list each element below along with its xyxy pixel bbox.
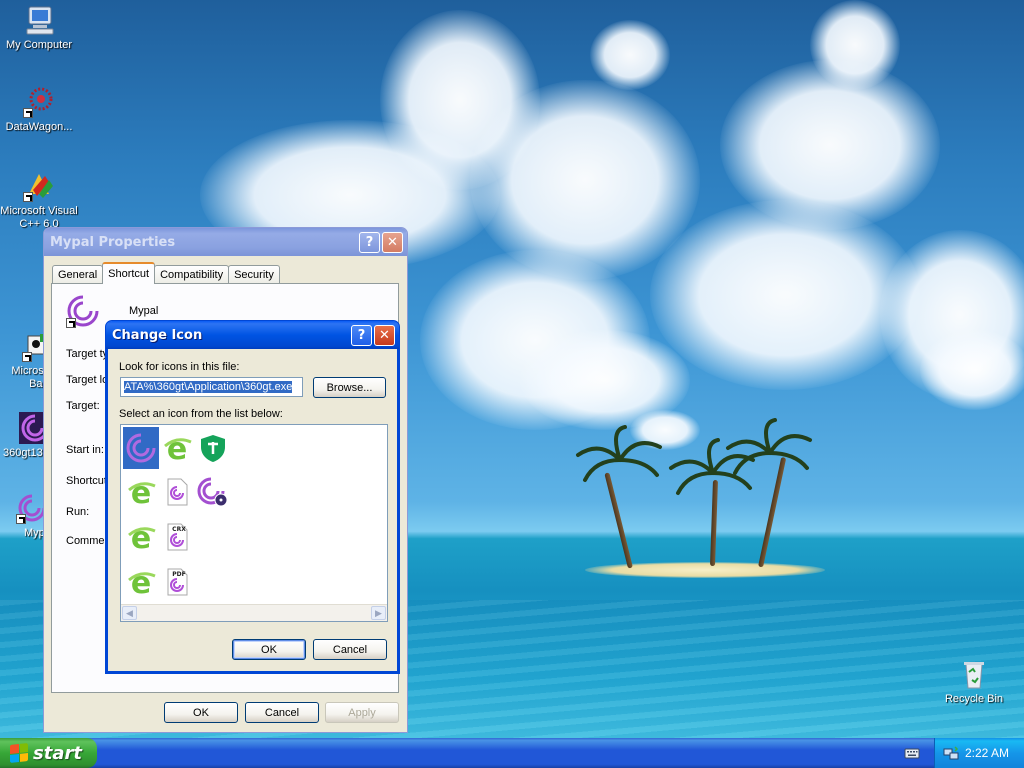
datawagon-icon bbox=[23, 86, 55, 118]
keyboard-icon[interactable] bbox=[904, 746, 920, 760]
icon-option[interactable] bbox=[123, 427, 159, 469]
cloud bbox=[650, 200, 920, 390]
help-button[interactable]: ? bbox=[351, 324, 372, 346]
properties-ok-button[interactable]: OK bbox=[164, 702, 238, 723]
island bbox=[585, 562, 825, 578]
properties-titlebar[interactable]: Mypal Properties ? ✕ bbox=[44, 228, 407, 256]
svg-text:e: e bbox=[131, 566, 151, 598]
svg-text:e: e bbox=[131, 476, 151, 508]
visual-cpp-icon bbox=[23, 170, 55, 202]
desktop-icon-my-computer[interactable]: My Computer bbox=[0, 4, 79, 52]
select-icon-label: Select an icon from the list below: bbox=[119, 408, 283, 420]
target-type-label: Target ty bbox=[66, 348, 109, 360]
run-label: Run: bbox=[66, 506, 90, 518]
shortcut-arrow-icon bbox=[22, 352, 32, 362]
svg-text:e: e bbox=[167, 432, 187, 464]
green-e-browser-icon: e bbox=[128, 476, 156, 508]
comment-label: Commen bbox=[66, 535, 111, 547]
close-button[interactable]: ✕ bbox=[382, 231, 403, 253]
properties-apply-button[interactable]: Apply bbox=[325, 702, 399, 723]
file-path-text: ATA%\360gt\Application\360gt.exe bbox=[124, 381, 293, 393]
icon-option[interactable]: CRX bbox=[159, 516, 195, 558]
target-label: Target: bbox=[66, 400, 100, 412]
cloud bbox=[920, 330, 1024, 410]
icon-option[interactable]: e bbox=[123, 561, 159, 603]
start-button[interactable]: start bbox=[0, 738, 97, 768]
desktop-icon-label: DataWagon... bbox=[5, 121, 73, 133]
dialog-title: Change Icon bbox=[112, 327, 203, 343]
desktop-icon-datawagon[interactable]: DataWagon... bbox=[0, 86, 79, 134]
palm-leaves-icon bbox=[726, 418, 812, 475]
shortcut-arrow-icon bbox=[23, 108, 33, 118]
properties-cancel-button[interactable]: Cancel bbox=[245, 702, 319, 723]
crx-document-icon: CRX bbox=[167, 523, 188, 551]
app-name: Mypal bbox=[129, 305, 159, 317]
computer-icon bbox=[23, 4, 55, 36]
look-for-label: Look for icons in this file: bbox=[119, 361, 240, 373]
icon-option[interactable]: e bbox=[123, 516, 159, 558]
mypal-swirl-icon bbox=[66, 294, 100, 328]
change-icon-ok-button[interactable]: OK bbox=[232, 639, 306, 660]
start-in-label: Start in: bbox=[66, 444, 104, 456]
document-swirl-icon bbox=[167, 478, 188, 506]
start-label: start bbox=[33, 742, 82, 764]
icon-list-scrollbar[interactable]: ◀ ▶ bbox=[121, 604, 387, 621]
pdf-document-icon: PDF bbox=[167, 568, 188, 596]
target-location-label: Target lo bbox=[66, 374, 109, 386]
tab-strip: General Shortcut Compatibility Security bbox=[52, 262, 280, 284]
icon-option[interactable] bbox=[195, 427, 231, 469]
scroll-left-icon[interactable]: ◀ bbox=[122, 606, 137, 620]
clock[interactable]: 2:22 AM bbox=[965, 746, 1009, 760]
taskbar: start 2:22 AM bbox=[0, 738, 1024, 768]
desktop-icon-label: Recycle Bin bbox=[944, 693, 1004, 705]
change-icon-titlebar[interactable]: Change Icon ? ✕ bbox=[106, 321, 399, 349]
palm-trunk bbox=[604, 472, 633, 569]
shortcut-arrow-icon bbox=[16, 514, 26, 524]
desktop-icon-recycle-bin[interactable]: Recycle Bin bbox=[934, 658, 1014, 706]
palm-leaves-icon bbox=[576, 425, 662, 482]
icon-badge: CRX bbox=[172, 526, 186, 533]
green-shield-icon bbox=[201, 435, 225, 462]
tab-general[interactable]: General bbox=[52, 265, 104, 284]
recycle-bin-icon bbox=[958, 658, 990, 690]
icon-option[interactable] bbox=[159, 471, 195, 513]
mypal-swirl-icon bbox=[126, 433, 156, 463]
icon-file-path-input[interactable]: ATA%\360gt\Application\360gt.exe bbox=[120, 377, 303, 397]
shortcut-arrow-icon bbox=[66, 318, 76, 328]
shortcut-key-label: Shortcut bbox=[66, 475, 107, 487]
green-e-browser-icon: e bbox=[128, 566, 156, 598]
tab-shortcut[interactable]: Shortcut bbox=[102, 262, 156, 284]
help-button[interactable]: ? bbox=[359, 231, 380, 253]
tab-compatibility[interactable]: Compatibility bbox=[154, 265, 230, 284]
green-e-browser-icon: e bbox=[128, 521, 156, 553]
cloud bbox=[590, 20, 670, 90]
window-title: Mypal Properties bbox=[50, 234, 176, 250]
change-icon-cancel-button[interactable]: Cancel bbox=[313, 639, 387, 660]
windows-logo-icon bbox=[10, 743, 28, 763]
icon-option[interactable]: PDF bbox=[159, 561, 195, 603]
network-icon[interactable] bbox=[943, 745, 959, 761]
icon-badge: PDF bbox=[172, 571, 185, 578]
scroll-right-icon[interactable]: ▶ bbox=[371, 606, 386, 620]
icon-option[interactable]: e bbox=[159, 427, 195, 469]
change-icon-dialog: Change Icon ? ✕ Look for icons in this f… bbox=[105, 320, 400, 674]
browse-button[interactable]: Browse... bbox=[313, 377, 386, 398]
cloud bbox=[810, 0, 900, 90]
icon-list[interactable]: e e e e CRX PDF ◀ ▶ bbox=[120, 424, 388, 622]
svg-text:e: e bbox=[131, 521, 151, 553]
icon-option[interactable]: e bbox=[123, 471, 159, 513]
tab-security[interactable]: Security bbox=[228, 265, 280, 284]
green-e-browser-icon: e bbox=[164, 432, 192, 464]
icon-option[interactable] bbox=[195, 471, 231, 513]
shortcut-arrow-icon bbox=[23, 192, 33, 202]
system-tray: 2:22 AM bbox=[934, 738, 1024, 768]
mypal-swirl-cd-icon bbox=[197, 477, 228, 507]
close-button[interactable]: ✕ bbox=[374, 324, 395, 346]
desktop-icon-label: My Computer bbox=[5, 39, 73, 51]
desktop-icon-visual-cpp[interactable]: Microsoft Visual C++ 6.0 bbox=[0, 170, 79, 231]
